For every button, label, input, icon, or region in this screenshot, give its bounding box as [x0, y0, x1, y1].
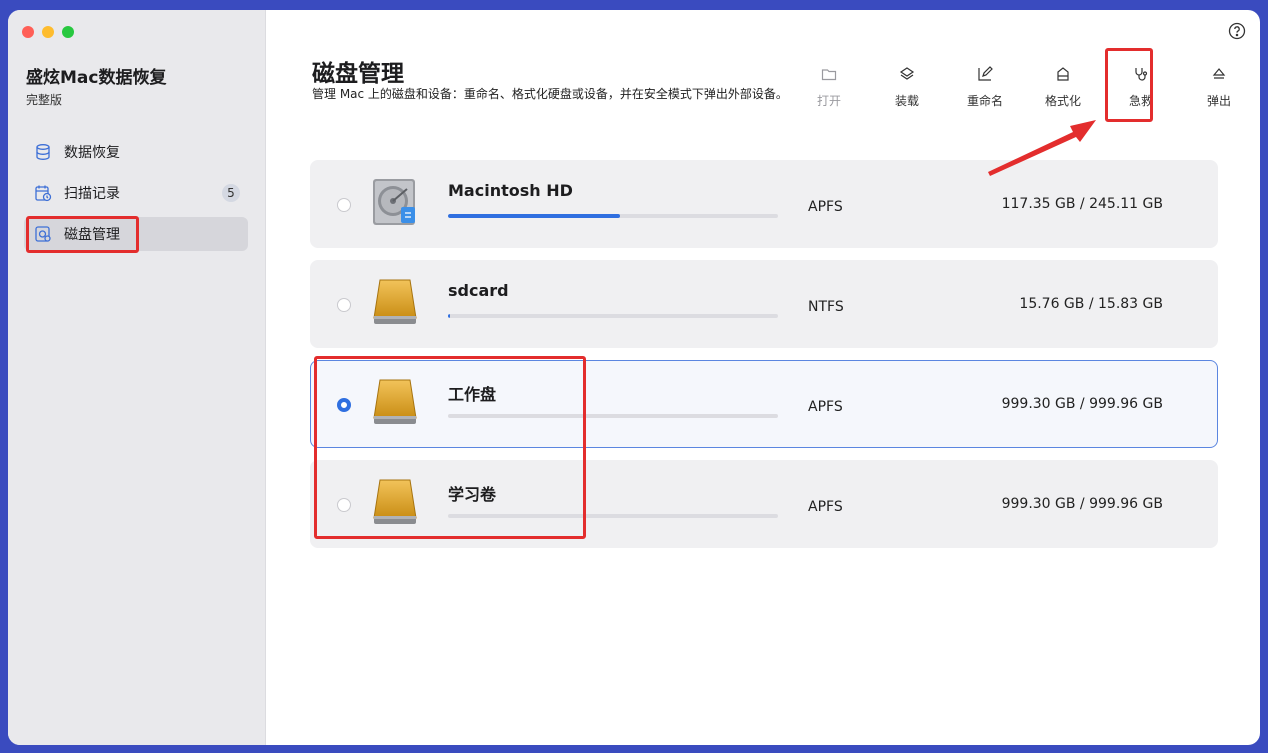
disk-radio[interactable] — [337, 298, 351, 312]
disk-filesystem: APFS — [808, 499, 843, 515]
sidebar-item-data-recovery[interactable]: 数据恢复 — [24, 135, 248, 169]
minimize-window-button[interactable] — [42, 26, 54, 38]
sidebar-item-label: 数据恢复 — [64, 145, 120, 161]
disk-filesystem: NTFS — [808, 299, 844, 315]
disk-usage-bar — [448, 214, 778, 218]
mount-label: 装载 — [894, 94, 919, 108]
sidebar-item-label: 扫描记录 — [64, 186, 120, 202]
page-title: 磁盘管理 — [312, 61, 404, 87]
highlight-box-rescue — [1105, 48, 1153, 122]
disk-capacity: 15.76 GB / 15.83 GB — [1019, 296, 1163, 312]
scan-count-badge: 5 — [222, 184, 240, 202]
disk-radio[interactable] — [337, 198, 351, 212]
toolbar: 打开 装载 重命名 格式化 急救 弹出 — [790, 66, 1258, 109]
open-button[interactable]: 打开 — [790, 66, 868, 109]
sidebar-item-scan-history[interactable]: 扫描记录 5 — [24, 176, 248, 210]
calendar-clock-icon — [34, 184, 52, 202]
disk-usage-fill — [448, 314, 450, 318]
rename-label: 重命名 — [966, 94, 1003, 108]
external-drive-icon — [371, 277, 419, 327]
app-edition: 完整版 — [26, 93, 63, 107]
eject-icon — [1212, 68, 1226, 79]
disk-usage-bar — [448, 314, 778, 318]
app-title: 盛炫Mac数据恢复 — [26, 68, 167, 88]
disk-filesystem: APFS — [808, 399, 843, 415]
disk-name: Macintosh HD — [448, 181, 573, 200]
disk-row[interactable]: sdcard NTFS 15.76 GB / 15.83 GB — [310, 260, 1218, 348]
highlight-box-sidebar — [26, 216, 139, 253]
mount-button[interactable]: 装载 — [868, 66, 946, 109]
disk-capacity: 999.30 GB / 999.96 GB — [1001, 496, 1163, 512]
format-button[interactable]: 格式化 — [1024, 66, 1102, 109]
zoom-window-button[interactable] — [62, 26, 74, 38]
app-window: 盛炫Mac数据恢复 完整版 数据恢复 扫描记录 5 磁盘管理 磁盘管理 管理 M… — [8, 10, 1260, 745]
internal-hdd-icon — [371, 177, 419, 227]
eject-label: 弹出 — [1206, 94, 1231, 108]
highlight-box-disks — [314, 356, 586, 539]
format-label: 格式化 — [1044, 94, 1081, 108]
disk-filesystem: APFS — [808, 199, 843, 215]
mount-icon — [899, 67, 915, 80]
eject-button[interactable]: 弹出 — [1180, 66, 1258, 109]
folder-icon — [821, 69, 837, 81]
disk-usage-fill — [448, 214, 620, 218]
disk-capacity: 999.30 GB / 999.96 GB — [1001, 396, 1163, 412]
open-label: 打开 — [816, 94, 841, 108]
disk-name: sdcard — [448, 281, 509, 300]
format-icon — [1057, 67, 1069, 81]
rename-button[interactable]: 重命名 — [946, 66, 1024, 109]
disk-capacity: 117.35 GB / 245.11 GB — [1001, 196, 1163, 212]
sidebar: 盛炫Mac数据恢复 完整版 数据恢复 扫描记录 5 磁盘管理 — [8, 10, 266, 745]
close-window-button[interactable] — [22, 26, 34, 38]
edit-icon — [978, 66, 993, 81]
database-icon — [34, 143, 52, 161]
page-description: 管理 Mac 上的磁盘和设备：重命名、格式化硬盘或设备，并在安全模式下弹出外部设… — [312, 87, 788, 101]
help-icon[interactable] — [1228, 22, 1246, 40]
annotation-arrow — [988, 120, 1096, 176]
window-controls — [22, 26, 74, 38]
